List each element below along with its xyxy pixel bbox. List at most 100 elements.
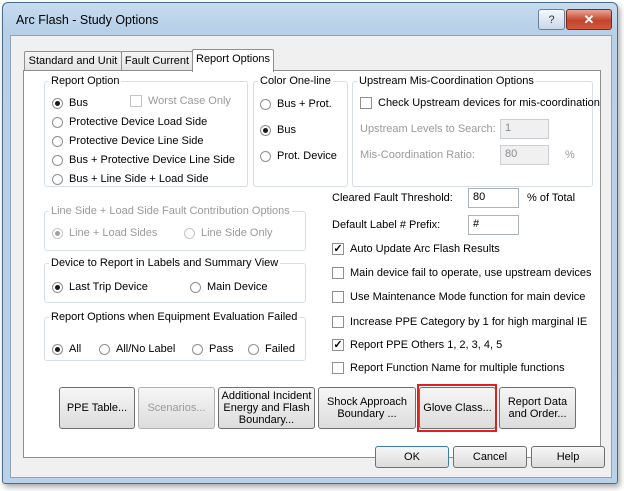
help-icon[interactable]: ? xyxy=(538,9,565,30)
check-upstream-checkbox[interactable]: Check Upstream devices for mis-coordinat… xyxy=(360,97,600,109)
radio-last-trip-label: Last Trip Device xyxy=(69,281,148,293)
radio-bus-label: Bus xyxy=(69,97,88,109)
radio-failed[interactable]: Failed xyxy=(248,343,295,355)
color-oneline-legend: Color One-line xyxy=(260,75,331,87)
auto-update-label: Auto Update Arc Flash Results xyxy=(350,243,500,255)
radio-all-no-label-label: All/No Label xyxy=(116,343,176,355)
fault-contribution-legend: Line Side + Load Side Fault Contribution… xyxy=(51,205,290,217)
mis-coordination-ratio-label: Mis-Coordination Ratio: xyxy=(360,149,475,161)
title-bar[interactable]: Arc Flash - Study Options ? ✕ xyxy=(3,3,617,37)
radio-button-icon xyxy=(52,97,63,109)
radio-pass-label: Pass xyxy=(209,343,234,355)
radio-protective-device-load-side[interactable]: Protective Device Load Side xyxy=(52,116,207,128)
radio-button-icon xyxy=(260,98,271,110)
ratio-unit-label: % xyxy=(565,149,575,161)
check-upstream-label: Check Upstream devices for mis-coordinat… xyxy=(378,97,600,109)
device-report-legend: Device to Report in Labels and Summary V… xyxy=(51,257,279,269)
radio-all-no-label[interactable]: All/No Label xyxy=(99,343,175,355)
ok-button[interactable]: OK xyxy=(375,446,449,468)
default-label-prefix-input[interactable]: # xyxy=(468,215,519,235)
increase-ppe-label: Increase PPE Category by 1 for high marg… xyxy=(350,316,588,328)
checkbox-icon xyxy=(130,95,142,107)
radio-bus-line-load-label: Bus + Line Side + Load Side xyxy=(69,173,209,185)
radio-button-icon xyxy=(99,343,110,355)
radio-button-icon xyxy=(52,343,63,355)
maintenance-mode-checkbox[interactable]: Use Maintenance Mode function for main d… xyxy=(332,291,585,303)
radio-load-side-label: Protective Device Load Side xyxy=(69,116,208,128)
radio-button-icon xyxy=(52,227,63,239)
checkbox-icon xyxy=(332,362,344,374)
cleared-fault-threshold-input[interactable]: 80 xyxy=(468,188,519,208)
radio-all[interactable]: All xyxy=(52,343,81,355)
report-options-page: Report Option Bus Worst Case Only Protec… xyxy=(23,70,601,458)
window-title: Arc Flash - Study Options xyxy=(16,13,159,27)
upstream-levels-label: Upstream Levels to Search: xyxy=(360,123,496,135)
radio-line-side-only[interactable]: Line Side Only xyxy=(184,227,273,239)
report-ppe-others-checkbox[interactable]: ✓ Report PPE Others 1, 2, 3, 4, 5 xyxy=(332,339,502,351)
tab-standard-and-unit[interactable]: Standard and Unit xyxy=(24,51,122,71)
radio-color-bus[interactable]: Bus xyxy=(260,124,296,136)
mis-coordination-ratio-input[interactable]: 80 xyxy=(500,145,549,165)
shock-approach-button[interactable]: Shock Approach Boundary ... xyxy=(318,387,416,429)
radio-line-load-sides-label: Line + Load Sides xyxy=(69,227,158,239)
checkbox-icon xyxy=(332,267,344,279)
report-function-name-label: Report Function Name for multiple functi… xyxy=(350,362,565,374)
tab-fault-current[interactable]: Fault Current xyxy=(121,51,193,71)
cancel-button[interactable]: Cancel xyxy=(453,446,527,468)
scenarios-button[interactable]: Scenarios... xyxy=(138,387,215,429)
report-option-legend: Report Option xyxy=(51,75,120,87)
close-icon[interactable]: ✕ xyxy=(566,9,612,30)
checkbox-icon xyxy=(360,97,372,109)
radio-button-icon xyxy=(52,154,63,166)
radio-color-bus-prot[interactable]: Bus + Prot. xyxy=(260,98,332,110)
report-option-group: Report Option xyxy=(44,75,248,187)
tab-report-options[interactable]: Report Options xyxy=(192,49,274,72)
radio-color-prot-device-label: Prot. Device xyxy=(277,150,337,162)
radio-pass[interactable]: Pass xyxy=(192,343,233,355)
increase-ppe-checkbox[interactable]: Increase PPE Category by 1 for high marg… xyxy=(332,316,587,328)
dialog-client: Standard and Unit Fault Current Report O… xyxy=(10,35,612,478)
ppe-table-button[interactable]: PPE Table... xyxy=(59,387,135,429)
radio-bus-line-load-side[interactable]: Bus + Line Side + Load Side xyxy=(52,173,208,185)
radio-last-trip-device[interactable]: Last Trip Device xyxy=(52,281,148,293)
report-function-name-checkbox[interactable]: Report Function Name for multiple functi… xyxy=(332,362,565,374)
radio-button-icon xyxy=(192,343,203,355)
checkbox-icon xyxy=(332,291,344,303)
radio-all-label: All xyxy=(69,343,82,355)
dialog-window: Arc Flash - Study Options ? ✕ Standard a… xyxy=(2,2,618,484)
main-device-fail-checkbox[interactable]: Main device fail to operate, use upstrea… xyxy=(332,267,592,279)
default-label-prefix-label: Default Label # Prefix: xyxy=(332,219,441,231)
cleared-fault-threshold-label: Cleared Fault Threshold: xyxy=(332,192,453,204)
upstream-levels-input[interactable]: 1 xyxy=(500,119,549,139)
radio-color-bus-prot-label: Bus + Prot. xyxy=(277,98,332,110)
help-button[interactable]: Help xyxy=(531,446,605,468)
device-report-group: Device to Report in Labels and Summary V… xyxy=(44,257,306,303)
maintenance-mode-label: Use Maintenance Mode function for main d… xyxy=(350,291,586,303)
incident-energy-button[interactable]: Additional Incident Energy and Flash Bou… xyxy=(218,387,315,429)
radio-protective-device-line-side[interactable]: Protective Device Line Side xyxy=(52,135,204,147)
radio-button-icon xyxy=(260,150,271,162)
report-data-button[interactable]: Report Data and Order... xyxy=(499,387,576,429)
radio-main-device[interactable]: Main Device xyxy=(190,281,268,293)
radio-bus[interactable]: Bus xyxy=(52,97,88,109)
radio-button-icon xyxy=(52,281,63,293)
checkbox-icon: ✓ xyxy=(332,339,344,351)
radio-failed-label: Failed xyxy=(265,343,295,355)
worst-case-only-label: Worst Case Only xyxy=(148,95,231,107)
radio-bus-protective-device-line-side[interactable]: Bus + Protective Device Line Side xyxy=(52,154,235,166)
radio-button-icon xyxy=(190,281,201,293)
worst-case-only-checkbox[interactable]: Worst Case Only xyxy=(130,95,231,107)
radio-color-prot-device[interactable]: Prot. Device xyxy=(260,150,337,162)
radio-button-icon xyxy=(248,343,259,355)
radio-button-icon xyxy=(52,116,63,128)
radio-line-side-label: Protective Device Line Side xyxy=(69,135,204,147)
auto-update-checkbox[interactable]: ✓ Auto Update Arc Flash Results xyxy=(332,243,500,255)
radio-button-icon xyxy=(260,124,271,136)
radio-line-side-only-label: Line Side Only xyxy=(201,227,273,239)
radio-button-icon xyxy=(184,227,195,239)
radio-line-load-sides[interactable]: Line + Load Sides xyxy=(52,227,157,239)
upstream-legend: Upstream Mis-Coordination Options xyxy=(359,75,534,87)
main-device-fail-label: Main device fail to operate, use upstrea… xyxy=(350,267,592,279)
radio-button-icon xyxy=(52,173,63,185)
equipment-failed-legend: Report Options when Equipment Evaluation… xyxy=(51,311,298,323)
